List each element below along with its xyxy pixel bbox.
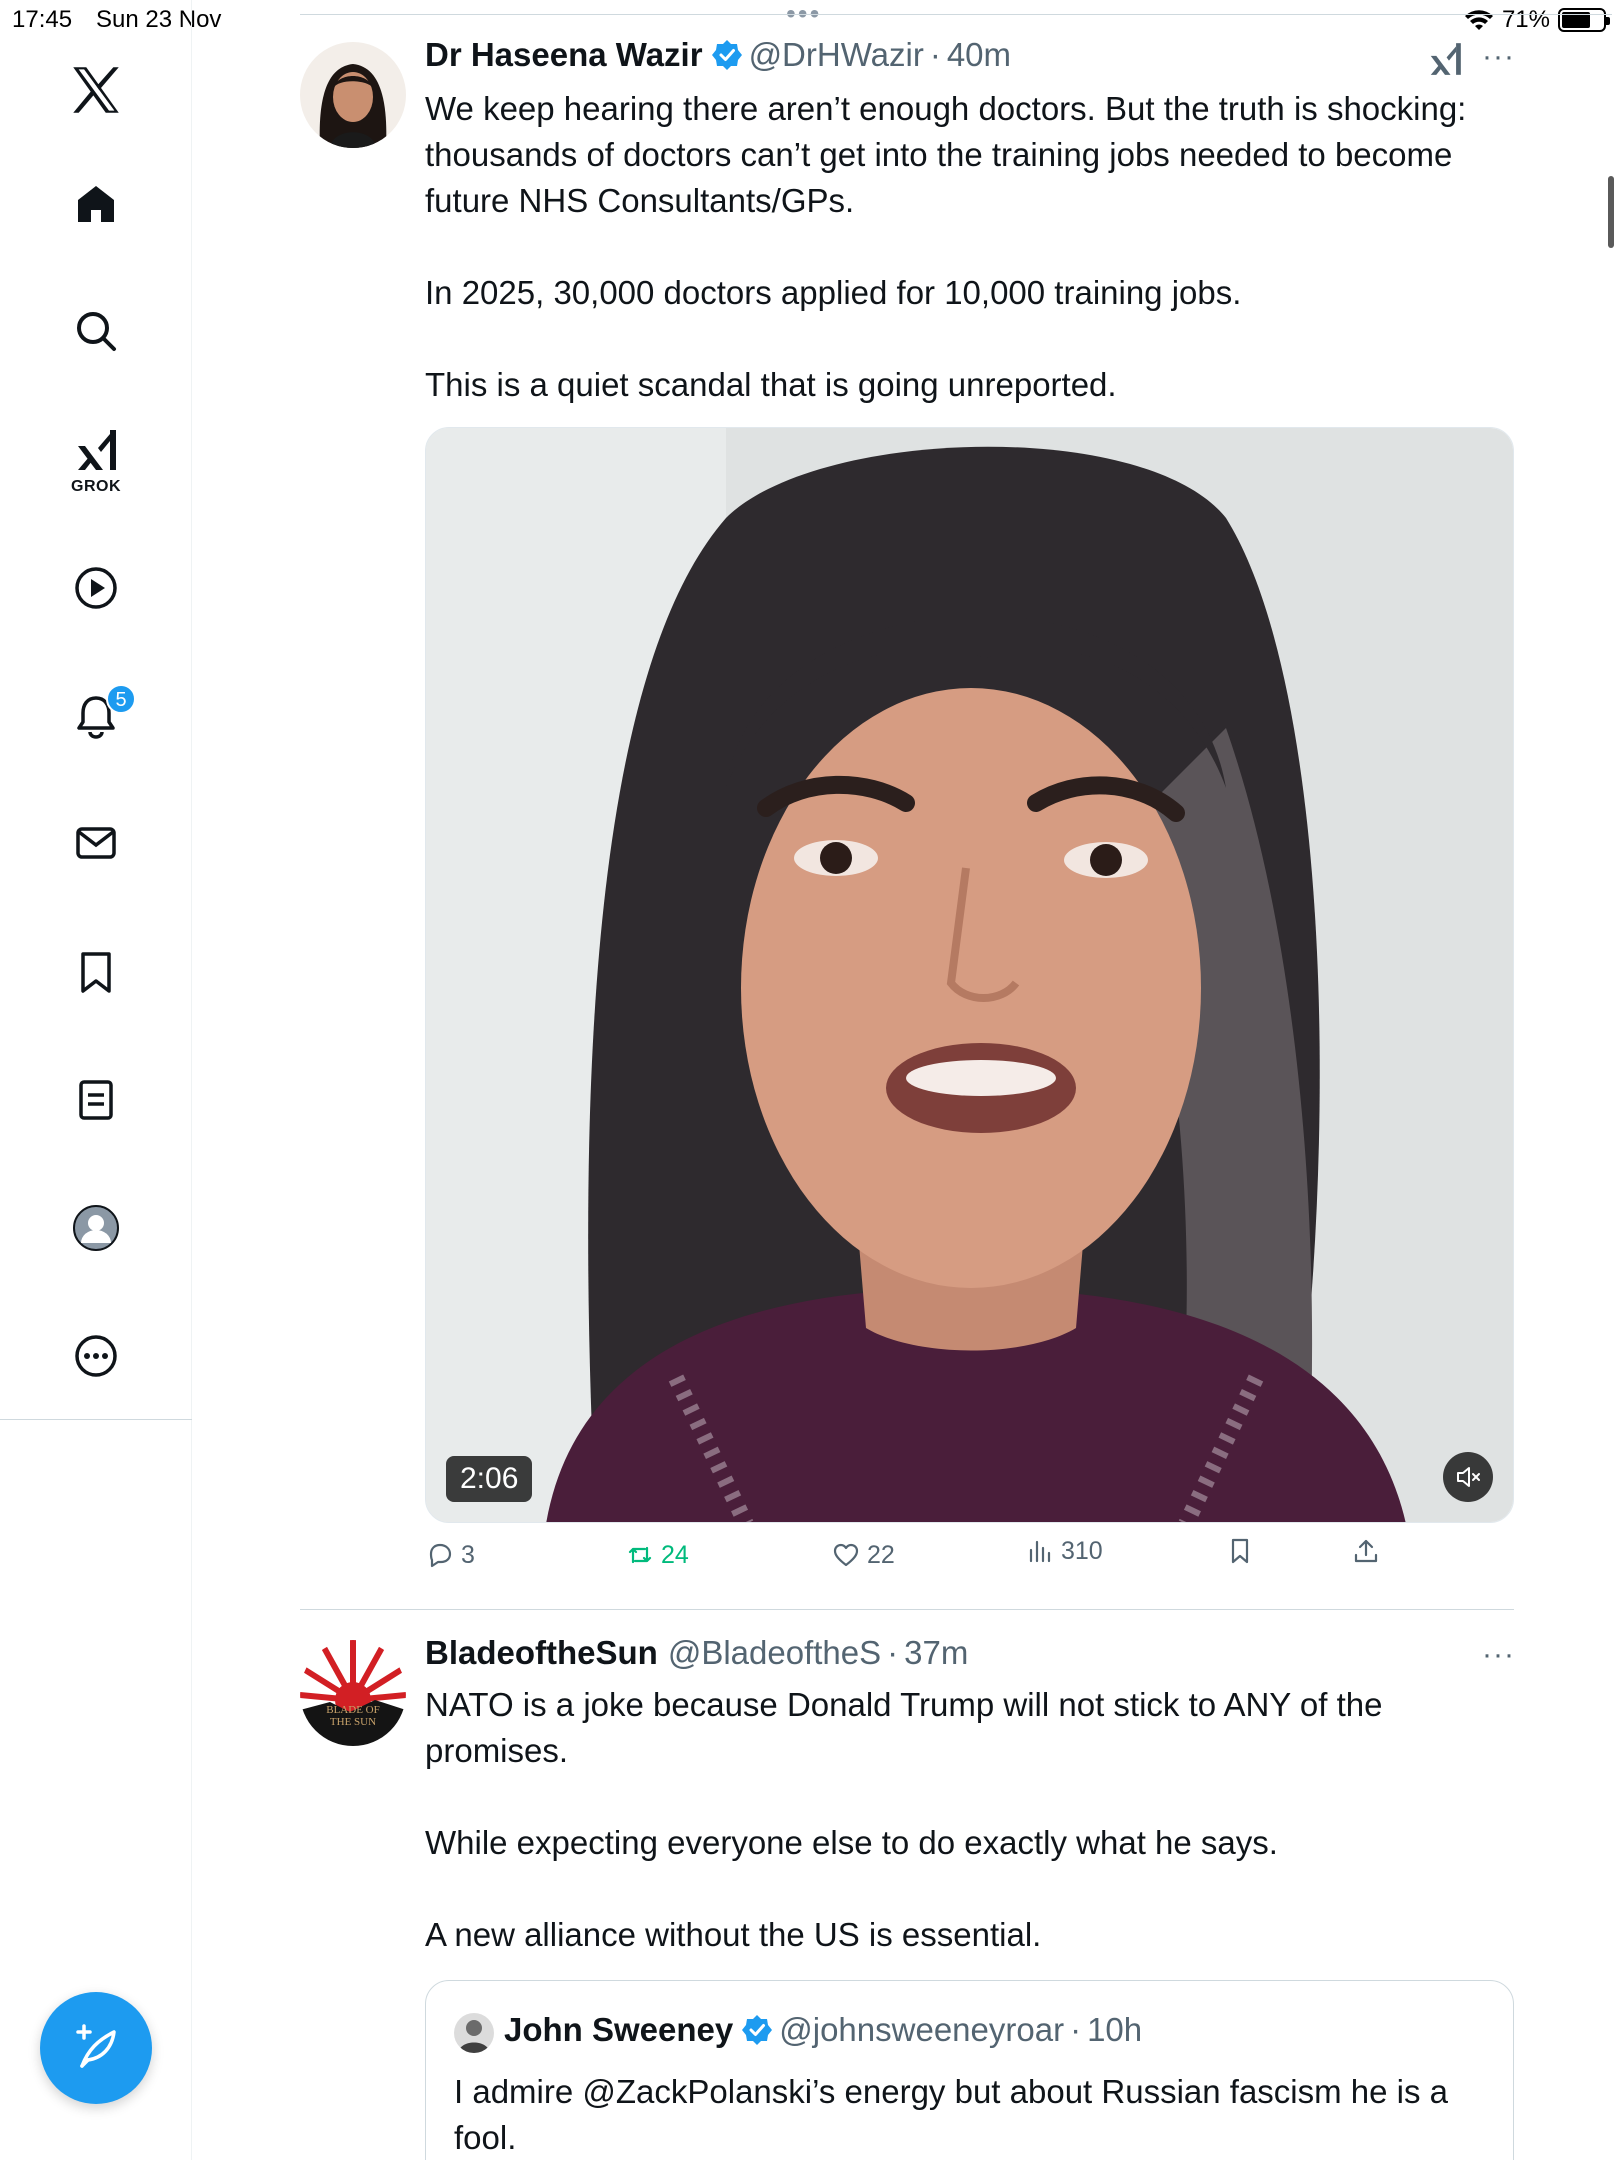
post-more-icon[interactable]: ···: [1482, 1638, 1515, 1672]
post-paragraph: A new alliance without the US is essenti…: [425, 1916, 1042, 1953]
quote-time: 10h: [1087, 2011, 1143, 2048]
scrollbar[interactable]: [1608, 176, 1614, 248]
timeline: Dr Haseena Wazir @DrHWazir · 40m ··· We …: [192, 0, 1620, 2160]
view-count: 310: [1061, 1536, 1103, 1565]
post-time[interactable]: 37m: [904, 1634, 968, 1672]
quote-header: John Sweeney @johnsweeneyroar · 10h: [504, 2011, 1142, 2049]
post-actions: 3 24 22 310: [425, 1537, 1525, 1584]
share-icon: [1354, 1539, 1378, 1563]
video-frame: [426, 428, 1513, 1522]
nav-explore[interactable]: [0, 291, 192, 371]
post-separator: [300, 1609, 1514, 1610]
sidebar-divider: [0, 1419, 192, 1420]
quote-text: I admire @ZackPolanski’s energy but abou…: [454, 2073, 1449, 2156]
heart-icon: [833, 1543, 859, 1567]
post-avatar-haseena[interactable]: [300, 42, 406, 148]
author-name[interactable]: BladeoftheSun: [425, 1634, 658, 1672]
post-paragraph: While expecting everyone else to do exac…: [425, 1824, 1278, 1861]
like-count: 22: [867, 1540, 895, 1569]
repost-button[interactable]: 24: [625, 1540, 689, 1570]
search-icon: [77, 312, 116, 351]
quote-author-handle: @johnsweeneyroar: [779, 2011, 1065, 2048]
post-text: We keep hearing there aren’t enough doct…: [425, 86, 1515, 408]
quote-avatar[interactable]: [454, 2013, 494, 2053]
verified-icon: [711, 40, 742, 70]
quote-author-name: John Sweeney: [504, 2011, 734, 2048]
reply-icon: [429, 1543, 452, 1568]
post-text: NATO is a joke because Donald Trump will…: [425, 1682, 1435, 1958]
list-icon: [79, 1080, 113, 1120]
avatar-lettering: BLADE OF THE SUN: [326, 1704, 380, 1728]
nav-profile[interactable]: [0, 1188, 192, 1268]
analytics-icon: [1029, 1540, 1051, 1563]
timeline-top-border: [300, 14, 1612, 15]
mail-icon: [76, 827, 116, 859]
x-logo-icon: [73, 67, 119, 113]
notification-badge: 5: [106, 684, 136, 714]
like-button[interactable]: 22: [831, 1540, 895, 1570]
mute-button[interactable]: [1443, 1452, 1493, 1502]
post-header: BladeoftheSun @BladeoftheS · 37m: [425, 1634, 968, 1672]
reply-button[interactable]: 3: [425, 1540, 475, 1570]
compose-icon: [76, 2024, 116, 2068]
speaker-muted-icon: [1457, 1467, 1480, 1487]
home-icon: [78, 186, 114, 222]
post-paragraph: This is a quiet scandal that is going un…: [425, 366, 1117, 403]
meta-separator: ·: [929, 36, 941, 73]
nav-lists[interactable]: [0, 1060, 192, 1140]
x-logo[interactable]: [0, 50, 192, 130]
nav-bookmarks[interactable]: [0, 932, 192, 1012]
views-button[interactable]: 310: [1025, 1536, 1103, 1566]
sidebar: GROK 5: [0, 0, 192, 2160]
grok-explain-icon[interactable]: [1426, 40, 1464, 78]
nav-messages[interactable]: [0, 803, 192, 883]
repost-count: 24: [661, 1540, 689, 1569]
nav-home[interactable]: [0, 164, 192, 244]
bookmark-button[interactable]: [1225, 1536, 1255, 1566]
meta-separator: ·: [1070, 2011, 1082, 2048]
grok-label: GROK: [71, 478, 121, 495]
avatar-icon: [73, 1205, 119, 1251]
grok-icon: [78, 430, 116, 470]
post-paragraph: In 2025, 30,000 doctors applied for 10,0…: [425, 274, 1242, 311]
author-handle[interactable]: @DrHWazir: [749, 36, 924, 74]
quoted-post[interactable]: John Sweeney @johnsweeneyroar · 10h I ad…: [425, 1980, 1514, 2160]
post-paragraph: We keep hearing there aren’t enough doct…: [425, 90, 1467, 219]
bookmark-icon: [81, 952, 111, 993]
play-icon: [75, 567, 117, 609]
share-button[interactable]: [1351, 1536, 1381, 1566]
reply-count: 3: [461, 1540, 475, 1569]
bookmark-icon: [1231, 1538, 1249, 1564]
repost-icon: [628, 1546, 652, 1564]
video-player[interactable]: 2:06: [425, 427, 1514, 1523]
author-name[interactable]: Dr Haseena Wazir: [425, 36, 703, 74]
post-time[interactable]: 40m: [947, 36, 1011, 74]
author-handle[interactable]: @BladeoftheS: [668, 1634, 881, 1672]
post-more-icon[interactable]: ···: [1482, 40, 1515, 74]
meta-separator: ·: [887, 1634, 899, 1671]
post-paragraph: NATO is a joke because Donald Trump will…: [425, 1686, 1383, 1769]
verified-icon: [742, 2015, 773, 2045]
compose-button[interactable]: [40, 1992, 152, 2104]
nav-videos[interactable]: [0, 548, 192, 628]
post-header: Dr Haseena Wazir @DrHWazir · 40m: [425, 36, 1011, 74]
video-duration: 2:06: [446, 1456, 533, 1502]
more-icon: [75, 1335, 117, 1377]
post-avatar-bladeofthesun[interactable]: BLADE OF THE SUN: [300, 1640, 406, 1746]
nav-notifications[interactable]: [0, 676, 192, 756]
nav-more[interactable]: [0, 1316, 192, 1396]
